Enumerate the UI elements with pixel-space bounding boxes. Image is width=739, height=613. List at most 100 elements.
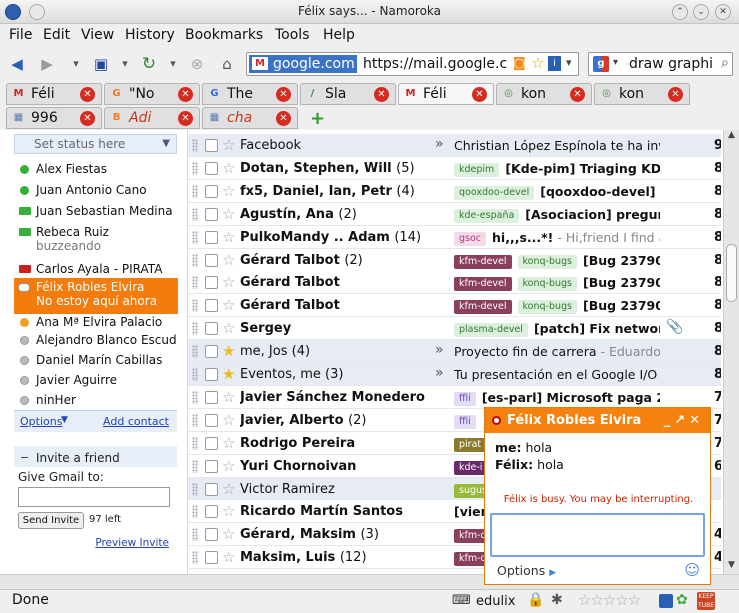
- status-select[interactable]: Set status here ▼: [14, 134, 177, 154]
- invite-email-field[interactable]: [18, 487, 170, 507]
- message-label[interactable]: qooxdoo-devel: [454, 185, 535, 200]
- message-row[interactable]: ☆ Gérard Talbot kfm-devel konq-bugs [Bug 23…: [188, 294, 721, 318]
- message-row[interactable]: ☆ Agustín, Ana (2) kde-españa [Asociacion] …: [188, 202, 721, 226]
- select-checkbox[interactable]: [205, 161, 218, 175]
- drag-handle-icon[interactable]: [192, 322, 198, 336]
- contact-item[interactable]: Rebeca Ruiz buzzeando: [14, 223, 178, 259]
- keyboard-icon[interactable]: ⌨: [452, 593, 471, 608]
- search-go-icon[interactable]: ⌕: [721, 55, 729, 71]
- drag-handle-icon[interactable]: [192, 459, 198, 473]
- history-dropdown-icon[interactable]: ▾: [67, 55, 85, 73]
- url-dropdown-icon[interactable]: ▾: [566, 56, 572, 69]
- star-icon[interactable]: ☆: [222, 388, 235, 406]
- star-icon[interactable]: ☆: [222, 548, 235, 566]
- reload-icon[interactable]: ↻: [140, 55, 158, 73]
- tab-close-icon[interactable]: ✕: [80, 111, 95, 126]
- star-icon[interactable]: ☆: [222, 159, 235, 177]
- message-label[interactable]: konq-bugs: [517, 254, 578, 269]
- message-row[interactable]: ★ Eventos, me (3) » Tu presentación en el G…: [188, 363, 721, 386]
- forward-icon[interactable]: ▶: [38, 55, 56, 73]
- drag-handle-icon[interactable]: [192, 436, 198, 450]
- drag-handle-icon[interactable]: [192, 139, 198, 152]
- star-icon[interactable]: ☆: [222, 273, 235, 291]
- star-icon[interactable]: ☆: [222, 319, 235, 337]
- save-dropdown-icon[interactable]: ▾: [116, 55, 134, 73]
- lock-icon[interactable]: 🔒: [527, 592, 544, 608]
- contact-item[interactable]: Daniel Marín Cabillas: [14, 351, 178, 373]
- chat-popout-icon[interactable]: ↗: [674, 413, 689, 428]
- select-checkbox[interactable]: [205, 436, 218, 450]
- star-icon[interactable]: ★: [222, 342, 235, 360]
- save-icon[interactable]: ▣: [92, 55, 110, 73]
- tab-close-icon[interactable]: ✕: [276, 87, 291, 102]
- star-icon[interactable]: ☆: [222, 411, 235, 429]
- select-checkbox[interactable]: [205, 276, 218, 290]
- message-label[interactable]: ffii: [454, 414, 476, 429]
- message-row[interactable]: ☆ fx5, Daniel, Ian, Petr (4) qooxdoo-devel…: [188, 179, 721, 203]
- search-engine-icon[interactable]: g: [593, 56, 609, 72]
- drag-handle-icon[interactable]: [192, 505, 198, 519]
- window-minimize-icon[interactable]: ⌄: [693, 4, 709, 20]
- tab-close-icon[interactable]: ✕: [570, 87, 585, 102]
- message-label[interactable]: kde-españa: [454, 208, 520, 223]
- message-row[interactable]: ☆ Sergey plasma-devel[patch] Fix networ 📎 8: [188, 317, 721, 341]
- message-label[interactable]: ffii: [454, 391, 476, 406]
- select-checkbox[interactable]: [205, 390, 218, 404]
- bug-icon[interactable]: ✱: [551, 592, 563, 608]
- message-label[interactable]: gsoc: [454, 231, 487, 246]
- message-label[interactable]: plasma-devel: [454, 323, 528, 338]
- message-label[interactable]: kfm-devel: [454, 277, 512, 292]
- star-icon[interactable]: ☆: [222, 136, 235, 154]
- rss-feed-icon[interactable]: ◙: [513, 56, 526, 71]
- menu-view[interactable]: View: [81, 27, 114, 43]
- menu-edit[interactable]: Edit: [43, 27, 70, 43]
- scroll-up-icon[interactable]: ▲: [725, 130, 738, 144]
- select-checkbox[interactable]: [205, 459, 218, 473]
- select-checkbox[interactable]: [205, 299, 218, 313]
- star-icon[interactable]: ☆: [222, 502, 235, 520]
- select-checkbox[interactable]: [205, 528, 218, 542]
- tab[interactable]: ◎ kon ✕: [496, 83, 592, 105]
- message-label[interactable]: kde-i: [454, 460, 488, 475]
- keep-tube-icon[interactable]: KEEP TUBE: [697, 592, 715, 610]
- drag-handle-icon[interactable]: [192, 413, 198, 427]
- vertical-scrollbar[interactable]: ▲ ▼: [723, 130, 739, 589]
- star-icon[interactable]: ☆: [222, 296, 235, 314]
- message-row[interactable]: ☆ Gérard Talbot (2) kfm-devel konq-bugs [Bug…: [188, 248, 721, 272]
- select-checkbox[interactable]: [205, 505, 218, 519]
- star-icon[interactable]: ☆: [222, 525, 235, 543]
- select-checkbox[interactable]: [205, 139, 218, 152]
- message-row[interactable]: ☆ Facebook » Christian López Espínola te h…: [188, 134, 721, 157]
- contact-item[interactable]: Juan Antonio Cano: [14, 181, 178, 203]
- contact-item[interactable]: Félix Robles Elvira No estoy aquí ahora: [14, 278, 178, 314]
- site-identity-button[interactable]: M google.com: [249, 55, 357, 73]
- scrollbar-thumb[interactable]: [726, 244, 737, 302]
- tab[interactable]: ▦ cha ✕: [202, 107, 298, 129]
- drag-handle-icon[interactable]: [192, 276, 198, 290]
- tab-close-icon[interactable]: ✕: [668, 87, 683, 102]
- url-text[interactable]: https://mail.google.c: [363, 56, 511, 72]
- message-row[interactable]: ★ me, Jos (4) » Proyecto fin de carrera - E…: [188, 340, 721, 364]
- emoticon-icon[interactable]: ☺: [684, 561, 700, 579]
- message-label[interactable]: kfm-devel: [454, 254, 512, 269]
- statusbar-user[interactable]: edulix: [476, 594, 515, 609]
- send-invite-button[interactable]: Send Invite: [18, 512, 84, 529]
- stop-icon[interactable]: ⊗: [188, 55, 206, 73]
- select-checkbox[interactable]: [205, 368, 218, 381]
- chat-minimize-icon[interactable]: _: [664, 413, 675, 428]
- chat-close-icon[interactable]: ✕: [689, 413, 704, 428]
- message-row[interactable]: ☆ Gérard Talbot kfm-devel konq-bugs [Bug 23…: [188, 271, 721, 295]
- message-row[interactable]: ☆ Javier Sánchez Monedero ffii [es-parl] M…: [188, 385, 721, 409]
- addon-icon[interactable]: [659, 594, 673, 608]
- select-checkbox[interactable]: [205, 207, 218, 221]
- options-dropdown-icon[interactable]: ▼: [61, 415, 68, 425]
- star-icon[interactable]: ☆: [222, 480, 235, 498]
- menu-file[interactable]: File: [9, 27, 32, 43]
- tab[interactable]: M Féli ✕: [6, 83, 102, 105]
- scroll-down-icon[interactable]: ▼: [725, 560, 738, 574]
- tab-close-icon[interactable]: ✕: [276, 111, 291, 126]
- select-checkbox[interactable]: [205, 322, 218, 336]
- drag-handle-icon[interactable]: [192, 161, 198, 175]
- star-icon[interactable]: ☆: [222, 434, 235, 452]
- contact-item[interactable]: Juan Sebastian Medina: [14, 202, 178, 224]
